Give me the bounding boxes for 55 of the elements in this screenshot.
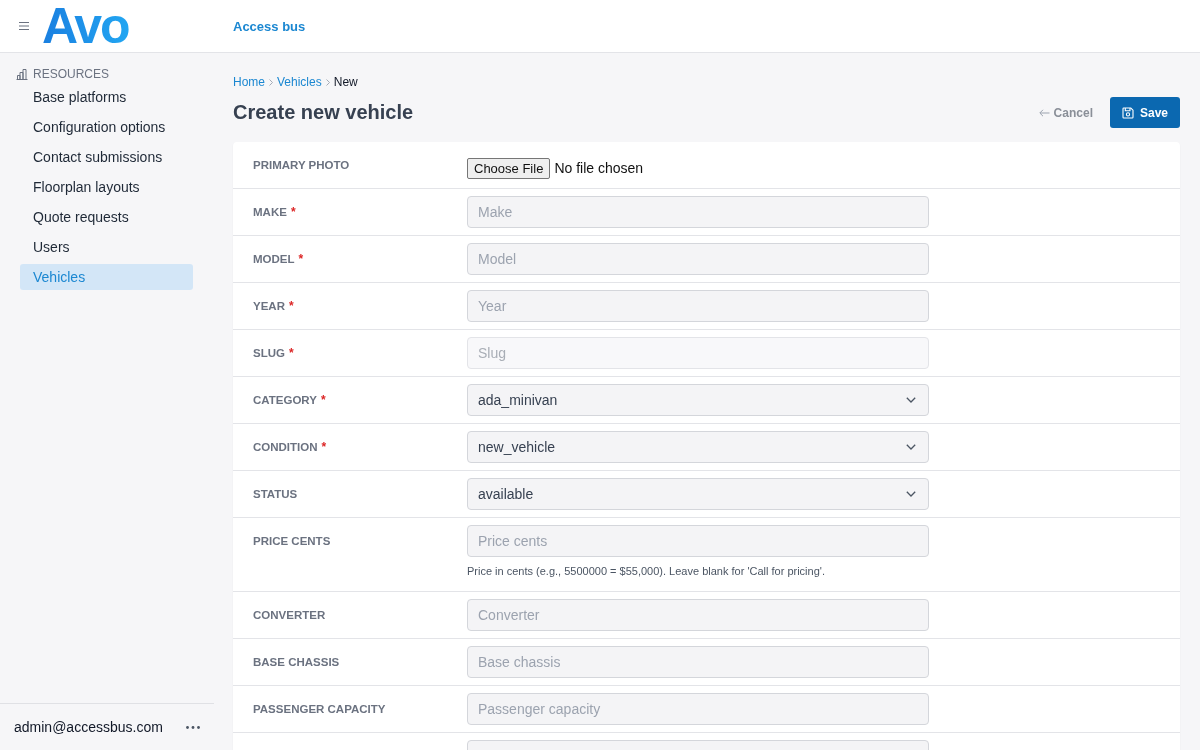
required-mark: *	[288, 346, 294, 360]
field-label: STATUS	[253, 488, 298, 500]
breadcrumb-current: New	[333, 75, 358, 89]
select-field[interactable]: new_vehicle	[467, 431, 929, 463]
breadcrumb-link[interactable]: Home	[233, 75, 265, 89]
app-name[interactable]: Access bus	[233, 18, 306, 34]
chevron-down-icon	[906, 491, 916, 497]
bar-chart-icon	[16, 68, 28, 80]
chevron-down-icon	[906, 444, 916, 450]
text-input[interactable]: Year	[467, 290, 929, 322]
sidebar-item[interactable]: Base platforms	[20, 84, 193, 110]
save-button[interactable]: Save	[1109, 97, 1180, 128]
field-label: PASSENGER CAPACITY	[253, 703, 386, 715]
menu-icon[interactable]	[19, 22, 29, 30]
field-label: BASE CHASSIS	[253, 656, 340, 668]
field-label: PRIMARY PHOTO	[253, 159, 350, 171]
breadcrumb-link[interactable]: Vehicles	[277, 75, 322, 89]
user-email: admin@accessbus.com	[14, 719, 163, 735]
sidebar-item[interactable]: Floorplan layouts	[20, 174, 193, 200]
sidebar-item[interactable]: Configuration options	[20, 114, 193, 140]
field-label: SLUG	[253, 347, 285, 359]
field-label: CONVERTER	[253, 609, 326, 621]
text-input[interactable]: Price cents	[467, 525, 929, 557]
chevron-right-icon	[269, 78, 273, 86]
file-status: No file chosen	[554, 160, 644, 176]
select-field[interactable]: available	[467, 478, 929, 510]
text-input[interactable]: Converter	[467, 599, 929, 631]
sidebar-item[interactable]: Contact submissions	[20, 144, 193, 170]
required-mark: *	[298, 252, 304, 266]
chevron-right-icon	[325, 78, 330, 86]
arrow-left-icon	[1038, 108, 1050, 117]
text-input[interactable]: Passenger capacity	[467, 693, 929, 725]
required-mark: *	[288, 299, 294, 313]
field-label: YEAR	[253, 300, 285, 312]
required-mark: *	[321, 440, 327, 454]
save-icon	[1121, 106, 1134, 119]
field-label: MAKE	[253, 206, 287, 218]
sidebar-item[interactable]: Users	[20, 234, 193, 260]
section-heading: RESOURCES	[33, 67, 109, 81]
required-mark: *	[320, 393, 326, 407]
sidebar-item[interactable]: Quote requests	[20, 204, 193, 230]
field-label: MODEL	[253, 253, 295, 265]
select-field[interactable]: ada_minivan	[467, 384, 929, 416]
help-text: Price in cents (e.g., 5500000 = $55,000). Leave blank for 'Call for pricing'.	[467, 565, 826, 577]
page-title: Create new vehicle	[233, 101, 414, 124]
field-label: CONDITION	[253, 441, 318, 453]
chevron-down-icon	[906, 397, 916, 403]
required-mark: *	[290, 205, 296, 219]
more-icon[interactable]	[186, 725, 200, 729]
text-input[interactable]: Make	[467, 196, 929, 228]
text-input[interactable]: Model	[467, 243, 929, 275]
field-label: PRICE CENTS	[253, 535, 331, 547]
text-input[interactable]: Base chassis	[467, 646, 929, 678]
choose-file-button[interactable]: Choose File	[467, 157, 551, 179]
field-label: CATEGORY	[253, 394, 317, 406]
